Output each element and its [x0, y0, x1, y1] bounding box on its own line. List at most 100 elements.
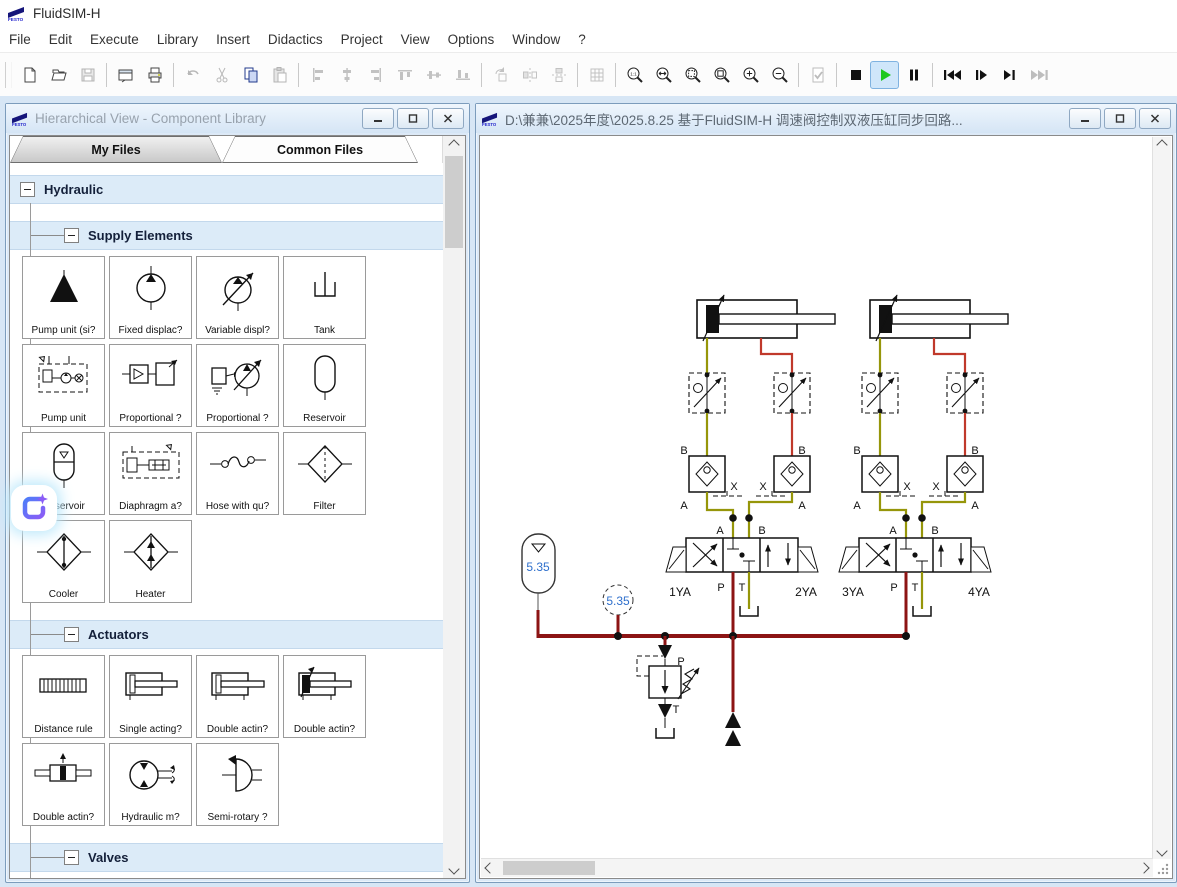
- component-hydraulic-motor[interactable]: Hydraulic m?: [109, 743, 192, 826]
- scroll-up-arrow[interactable]: [443, 136, 465, 154]
- minimize-button[interactable]: [362, 108, 394, 129]
- section-supply-elements[interactable]: Supply Elements: [10, 221, 443, 250]
- zoom-actual-button[interactable]: 1:1: [620, 61, 649, 89]
- menu-library[interactable]: Library: [148, 29, 207, 50]
- print-button[interactable]: [140, 61, 169, 89]
- zoom-out-button[interactable]: [765, 61, 794, 89]
- component-heater[interactable]: Heater: [109, 520, 192, 603]
- tab-my-files[interactable]: My Files: [10, 136, 222, 163]
- stop-button[interactable]: [841, 61, 870, 89]
- double-acting-cushion-icon: [294, 663, 356, 707]
- menu-help[interactable]: ?: [569, 29, 595, 50]
- menu-insert[interactable]: Insert: [207, 29, 259, 50]
- circuit-canvas[interactable]: 5.35 5.35: [481, 137, 1153, 859]
- align-left-button: [303, 61, 332, 89]
- copy-button[interactable]: [236, 61, 265, 89]
- component-variable-displacement-pump[interactable]: Variable displ?: [196, 256, 279, 339]
- accumulator[interactable]: [522, 534, 555, 638]
- zoom-in-button[interactable]: [736, 61, 765, 89]
- component-fixed-displacement-pump[interactable]: Fixed displac?: [109, 256, 192, 339]
- collapse-icon[interactable]: [64, 627, 79, 642]
- menu-options[interactable]: Options: [439, 29, 504, 50]
- horizontal-scrollbar-thumb[interactable]: [503, 861, 595, 875]
- close-button[interactable]: [432, 108, 464, 129]
- component-filter[interactable]: Filter: [283, 432, 366, 515]
- zoom-rect-button[interactable]: [707, 61, 736, 89]
- component-reservoir[interactable]: Reservoir: [283, 344, 366, 427]
- distance-rule-icon: [34, 663, 94, 707]
- zoom-fit-button[interactable]: [678, 61, 707, 89]
- library-window-titlebar: FESTO Hierarchical View - Component Libr…: [6, 104, 469, 133]
- menu-edit[interactable]: Edit: [40, 29, 81, 50]
- collapse-icon[interactable]: [64, 850, 79, 865]
- component-single-acting-cylinder[interactable]: Single acting?: [109, 655, 192, 738]
- resize-grip[interactable]: [1155, 861, 1170, 876]
- library-tree: Hydraulic Supply Elements Pump unit (si?: [10, 163, 443, 878]
- component-distance-rule[interactable]: Distance rule: [22, 655, 105, 738]
- component-pump-unit[interactable]: Pump unit: [22, 344, 105, 427]
- supply-tiles: Pump unit (si? Fixed displac?: [22, 256, 374, 608]
- diaphragm-accumulator-icon: [119, 440, 183, 490]
- preview-window-button[interactable]: [111, 61, 140, 89]
- check-valve-port-b-label: B: [971, 445, 978, 457]
- app-title: FluidSIM-H: [33, 6, 101, 21]
- component-tank[interactable]: Tank: [283, 256, 366, 339]
- component-double-acting-through-rod[interactable]: Double actin?: [22, 743, 105, 826]
- scroll-down-arrow[interactable]: [1153, 843, 1171, 859]
- undo-button: [178, 61, 207, 89]
- scroll-left-arrow[interactable]: [481, 859, 499, 877]
- minimize-button[interactable]: [1069, 108, 1101, 129]
- component-proportional-pump[interactable]: Proportional ?: [196, 344, 279, 427]
- circuit-horizontal-scrollbar[interactable]: [481, 858, 1153, 877]
- tab-my-files-label: My Files: [11, 137, 221, 162]
- svg-text:FESTO: FESTO: [482, 122, 497, 126]
- scroll-down-arrow[interactable]: [443, 860, 465, 878]
- menu-execute[interactable]: Execute: [81, 29, 148, 50]
- tank-icon: [297, 264, 353, 314]
- component-semi-rotary-actuator[interactable]: Semi-rotary ?: [196, 743, 279, 826]
- library-scrollbar-thumb[interactable]: [445, 156, 463, 248]
- close-button[interactable]: [1139, 108, 1171, 129]
- reset-button[interactable]: [937, 61, 966, 89]
- toolbar-grip[interactable]: [5, 62, 12, 88]
- ai-assistant-floating-button[interactable]: [11, 485, 57, 531]
- component-pump-unit-simplified[interactable]: Pump unit (si?: [22, 256, 105, 339]
- new-file-button[interactable]: [15, 61, 44, 89]
- menu-view[interactable]: View: [392, 29, 439, 50]
- section-hydraulic[interactable]: Hydraulic: [10, 175, 443, 204]
- tab-common-files[interactable]: Common Files: [222, 136, 418, 163]
- menu-window[interactable]: Window: [503, 29, 569, 50]
- menu-didactics[interactable]: Didactics: [259, 29, 332, 50]
- collapse-icon[interactable]: [20, 182, 35, 197]
- scroll-right-arrow[interactable]: [1135, 859, 1153, 877]
- play-button[interactable]: [870, 61, 899, 89]
- pressure-relief-valve[interactable]: [637, 636, 699, 738]
- component-cooler[interactable]: Cooler: [22, 520, 105, 603]
- cooler-icon: [35, 528, 93, 578]
- section-valves[interactable]: Valves: [10, 843, 443, 872]
- circuit-diagram[interactable]: 5.35 5.35: [491, 148, 1151, 848]
- pause-button[interactable]: [899, 61, 928, 89]
- simulate-to-end-button[interactable]: [995, 61, 1024, 89]
- menu-project[interactable]: Project: [332, 29, 392, 50]
- scroll-up-arrow[interactable]: [1153, 137, 1171, 153]
- valve-port-b-label: B: [931, 525, 938, 537]
- component-diaphragm-accumulator[interactable]: Diaphragm a?: [109, 432, 192, 515]
- valve-port-t-label: T: [739, 582, 746, 594]
- section-actuators[interactable]: Actuators: [10, 620, 443, 649]
- pump-unit[interactable]: [725, 636, 741, 746]
- component-hose-quick-release[interactable]: Hose with qu?: [196, 432, 279, 515]
- maximize-button[interactable]: [397, 108, 429, 129]
- open-file-button[interactable]: [44, 61, 73, 89]
- library-scrollbar[interactable]: [442, 136, 465, 878]
- pressure-gauge[interactable]: [603, 585, 633, 636]
- component-double-acting-cylinder-cushion[interactable]: Double actin?: [283, 655, 366, 738]
- component-double-acting-cylinder[interactable]: Double actin?: [196, 655, 279, 738]
- component-proportional-amplifier[interactable]: Proportional ?: [109, 344, 192, 427]
- menu-file[interactable]: File: [0, 29, 40, 50]
- maximize-button[interactable]: [1104, 108, 1136, 129]
- zoom-fit-width-button[interactable]: [649, 61, 678, 89]
- circuit-vertical-scrollbar[interactable]: [1152, 137, 1171, 859]
- collapse-icon[interactable]: [64, 228, 79, 243]
- step-button[interactable]: [966, 61, 995, 89]
